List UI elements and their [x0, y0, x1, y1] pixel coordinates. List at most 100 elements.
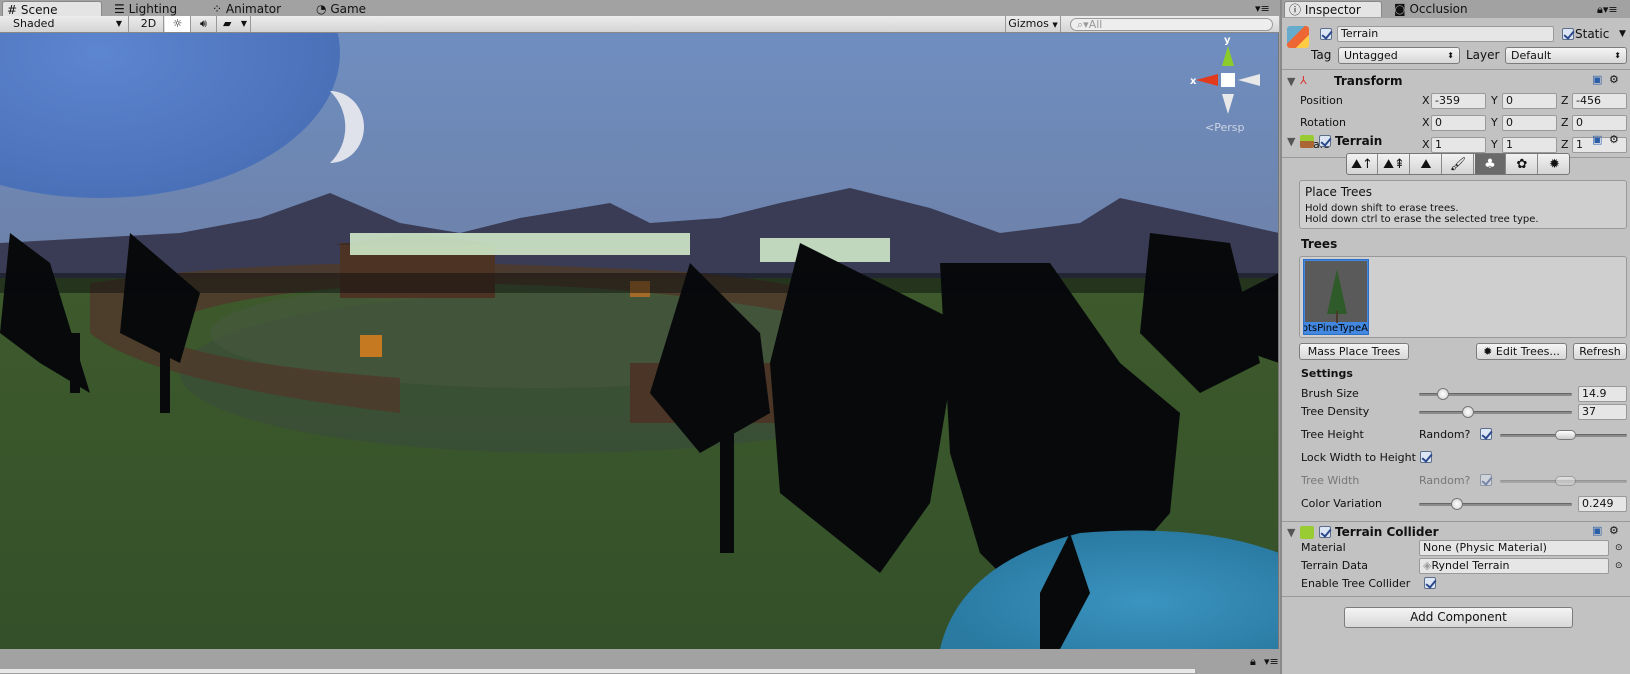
settings-heading: Settings: [1301, 367, 1353, 380]
axis-label: Y: [1491, 94, 1498, 107]
tree-width-label: Tree Width: [1301, 474, 1360, 487]
help-book-icon[interactable]: ▣: [1592, 73, 1602, 87]
row-label: Position: [1300, 94, 1343, 107]
tree-prototype-name: otsPineTypeA: [1304, 323, 1368, 334]
gameobject-name-input[interactable]: Terrain: [1337, 26, 1554, 42]
edit-trees-button[interactable]: ✹ Edit Trees...: [1476, 343, 1567, 360]
object-picker-icon[interactable]: ⊙: [1615, 541, 1623, 555]
tree-height-random-label: Random?: [1419, 428, 1471, 441]
enable-tree-collider-checkbox[interactable]: [1424, 577, 1436, 589]
gear-icon[interactable]: ⚙: [1609, 73, 1619, 87]
panel-menu-icon[interactable]: ▾≡: [1264, 655, 1279, 669]
tree-density-label: Tree Density: [1301, 405, 1370, 418]
tab-scene[interactable]: # Scene: [2, 1, 102, 17]
tree-density-slider[interactable]: [1419, 411, 1572, 414]
gameobject-active-checkbox[interactable]: [1320, 28, 1332, 40]
lock-icon[interactable]: 🔒︎: [1250, 655, 1256, 669]
terrain-foldout-arrow-icon[interactable]: ▼: [1287, 135, 1295, 149]
raise-lower-icon[interactable]: ⛰↑: [1347, 154, 1378, 174]
horizontal-scrollbar[interactable]: [0, 669, 1195, 673]
paint-height-icon[interactable]: ⛰⇞: [1379, 154, 1410, 174]
terrain-data-label: Terrain Data: [1301, 559, 1368, 572]
axis-label: Z: [1561, 94, 1569, 107]
color-variation-slider-knob[interactable]: [1451, 498, 1464, 510]
occlusion-icon: ◙: [1394, 2, 1406, 16]
help-title: Place Trees: [1305, 185, 1372, 199]
terrain-data-field[interactable]: ◈Ryndel Terrain: [1419, 558, 1609, 574]
panel-menu-icon[interactable]: ▾≡: [1255, 2, 1270, 16]
tree-width-random-checkbox: [1480, 474, 1492, 486]
effects-image-icon[interactable]: ▰ ▼: [217, 16, 251, 32]
material-label: Material: [1301, 541, 1346, 554]
search-icon: ⌕▾: [1077, 18, 1089, 31]
terrain-collider-icon: [1300, 526, 1314, 539]
collider-enabled-checkbox[interactable]: [1319, 526, 1331, 538]
tab-occlusion[interactable]: ◙ Occlusion: [1390, 1, 1490, 17]
brush-size-input[interactable]: 14.9: [1578, 386, 1627, 402]
scene-toolbar: Shaded ▼ 2D ☼ 🔊︎ ▰ ▼ Gizmos ▼ ⌕▾All: [0, 16, 1279, 33]
settings-icon[interactable]: ✹: [1539, 154, 1569, 174]
tree-height-range-handle[interactable]: [1554, 430, 1577, 440]
tab-animator[interactable]: ⁘ Animator: [208, 1, 308, 17]
foldout-arrow-icon[interactable]: ▼: [1287, 75, 1295, 89]
tree-prototype-item[interactable]: otsPineTypeA: [1303, 259, 1369, 335]
position-z-input[interactable]: -456: [1572, 93, 1627, 109]
add-component-button[interactable]: Add Component: [1344, 607, 1573, 628]
terrain-enabled-checkbox[interactable]: [1319, 135, 1331, 147]
tree-density-slider-knob[interactable]: [1461, 406, 1474, 418]
tree-prototype-list: otsPineTypeA: [1299, 256, 1627, 338]
transform-axes-icon: ⅄: [1300, 74, 1307, 87]
tree-density-input[interactable]: 37: [1578, 404, 1627, 420]
tab-game[interactable]: ◔ Game: [312, 1, 402, 17]
position-y-input[interactable]: 0: [1502, 93, 1557, 109]
2d-toggle[interactable]: 2D: [134, 16, 164, 32]
tree-width-range-handle: [1554, 476, 1577, 486]
gizmos-dropdown[interactable]: Gizmos ▼: [1005, 16, 1061, 32]
help-box: Place Trees Hold down shift to erase tre…: [1299, 180, 1627, 229]
smooth-height-icon[interactable]: ⛰: [1411, 154, 1442, 174]
material-field[interactable]: None (Physic Material): [1419, 540, 1609, 556]
grid-icon: #: [7, 3, 18, 17]
tag-label: Tag: [1311, 48, 1332, 62]
help-book-icon[interactable]: ▣: [1592, 524, 1602, 538]
object-picker-icon[interactable]: ⊙: [1615, 559, 1623, 573]
chevron-down-icon: ▼: [1052, 21, 1058, 29]
lock-icon[interactable]: 🔒︎▾≡: [1597, 3, 1618, 17]
scene-viewport[interactable]: y x <Persp: [0, 33, 1279, 649]
projection-label[interactable]: <Persp: [1205, 121, 1244, 134]
tab-inspector[interactable]: ⓘ Inspector: [1284, 1, 1382, 17]
inspector-panel: ⓘ Inspector ◙ Occlusion 🔒︎▾≡ Terrain Sta…: [1280, 0, 1630, 674]
help-book-icon[interactable]: ▣: [1592, 133, 1602, 147]
refresh-button[interactable]: Refresh: [1573, 343, 1627, 360]
brush-size-slider-knob[interactable]: [1437, 388, 1450, 400]
terrain-title: Terrain: [1335, 134, 1383, 148]
paint-details-icon[interactable]: ✿: [1507, 154, 1538, 174]
audio-toggle-speaker-icon[interactable]: 🔊︎: [191, 16, 217, 32]
gizmo-x-label: x: [1190, 76, 1197, 87]
static-dropdown-chevron-icon[interactable]: ▼: [1619, 27, 1626, 41]
tab-lighting[interactable]: ☰ Lighting: [110, 1, 200, 17]
collider-foldout-arrow-icon[interactable]: ▼: [1287, 526, 1295, 540]
gear-icon[interactable]: ⚙: [1609, 133, 1619, 147]
lock-width-label: Lock Width to Height: [1301, 451, 1416, 464]
gear-icon[interactable]: ⚙: [1609, 524, 1619, 538]
lit-watchtower: [360, 335, 382, 357]
lock-width-checkbox[interactable]: [1420, 451, 1432, 463]
paint-texture-icon[interactable]: 🖌︎: [1443, 154, 1474, 174]
scene-render: y x <Persp: [0, 33, 1278, 649]
layer-dropdown[interactable]: Default ⬍: [1505, 47, 1627, 64]
tag-dropdown[interactable]: Untagged ⬍: [1338, 47, 1460, 64]
gameobject-cube-icon: [1287, 26, 1309, 48]
tree-height-random-checkbox[interactable]: [1480, 428, 1492, 440]
lighting-icon: ☰: [114, 2, 125, 16]
collider-title: Terrain Collider: [1335, 525, 1439, 539]
color-variation-input[interactable]: 0.249: [1578, 496, 1627, 512]
place-trees-icon[interactable]: ♣: [1475, 154, 1506, 174]
position-x-input[interactable]: -359: [1431, 93, 1486, 109]
mass-place-trees-button[interactable]: Mass Place Trees: [1299, 343, 1409, 360]
color-variation-slider[interactable]: [1419, 503, 1572, 506]
static-checkbox[interactable]: [1562, 28, 1574, 40]
draw-mode-dropdown[interactable]: Shaded ▼: [5, 16, 129, 32]
hierarchy-search-input[interactable]: ⌕▾All: [1070, 18, 1273, 31]
lighting-toggle-sun-icon[interactable]: ☼: [165, 16, 191, 32]
